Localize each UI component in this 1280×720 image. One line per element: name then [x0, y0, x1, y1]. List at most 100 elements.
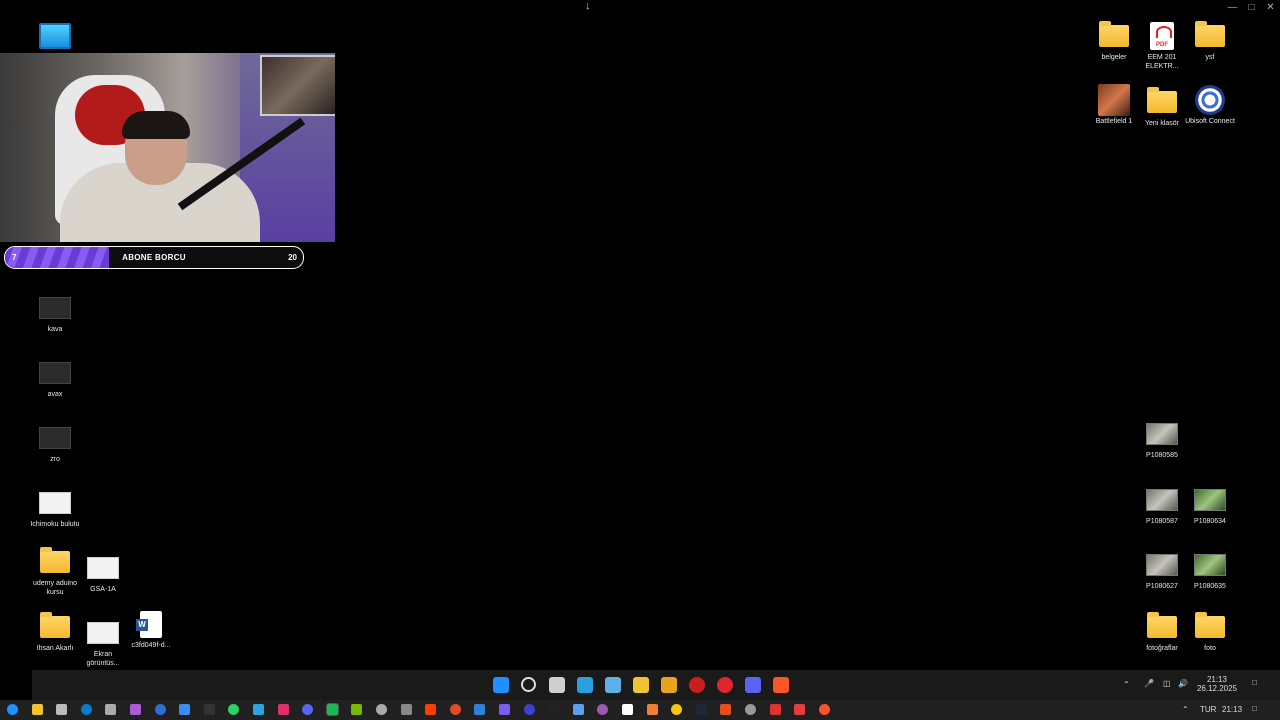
desktop-icon-ichimoku[interactable]: Ichimoku bulutu: [30, 489, 80, 529]
desktop-icon-label: belgeler: [1101, 54, 1127, 61]
opera-icon[interactable]: [689, 677, 705, 693]
desktop-icon-eem-pdf[interactable]: PDF EEM 201 ELEKTR...: [1139, 22, 1185, 71]
task-view-icon[interactable]: [549, 677, 565, 693]
desktop-icon-ihsan[interactable]: Ihsan Akarlı: [32, 612, 78, 653]
app-icon[interactable]: [400, 704, 412, 715]
app-icon[interactable]: [794, 704, 806, 715]
mail-icon[interactable]: [605, 677, 621, 693]
clock-time[interactable]: 21:13: [1222, 705, 1242, 714]
desktop-icon-ysf[interactable]: ysf: [1187, 21, 1233, 62]
settings-icon[interactable]: [56, 704, 68, 715]
desktop-icon-p1080587[interactable]: P1080587: [1139, 486, 1185, 526]
desktop-icon-udemy[interactable]: udemy aduino kursu: [32, 547, 78, 597]
desktop-icon-word-doc[interactable]: W c3fd049f-d...: [128, 610, 174, 650]
desktop-icon-fotograflar[interactable]: fotoğraflar: [1139, 612, 1185, 653]
opera-gx-icon[interactable]: [717, 677, 733, 693]
desktop-icon-kava[interactable]: kava: [32, 294, 78, 334]
notification-icon[interactable]: □: [1252, 704, 1257, 713]
taskbar: ⌃ TUR 21:13 □: [0, 700, 1280, 720]
close-icon[interactable]: ✕: [1261, 0, 1280, 16]
windows-start-icon[interactable]: [493, 677, 509, 693]
nvidia-icon[interactable]: [351, 704, 363, 715]
word-document-icon: W: [136, 610, 162, 638]
windows-start-icon[interactable]: [7, 704, 18, 715]
desktop-icon-this-pc[interactable]: [32, 22, 78, 50]
desktop-icon-label: avax: [47, 391, 63, 398]
desktop-icon-avax[interactable]: avax: [32, 359, 78, 399]
vscode-icon[interactable]: [80, 704, 92, 715]
blender-icon[interactable]: [425, 704, 437, 715]
desktop-icon-label: kava: [47, 326, 63, 333]
subscriber-goal-target: 20: [288, 253, 297, 262]
app-icon[interactable]: [769, 704, 781, 715]
brave-icon[interactable]: [818, 704, 830, 715]
spotify-icon[interactable]: [325, 703, 339, 716]
desktop-icon-battlefield[interactable]: Battlefield 1: [1091, 84, 1137, 126]
app-icon[interactable]: [572, 704, 584, 715]
desktop-icon-belgeler[interactable]: belgeler: [1091, 21, 1137, 62]
discord-icon[interactable]: [302, 704, 314, 715]
app-icon[interactable]: [376, 704, 387, 715]
clock[interactable]: 21:13 26.12.2025: [1192, 675, 1242, 693]
minimize-icon[interactable]: —: [1223, 0, 1242, 16]
webcam-overlay: [0, 53, 335, 242]
tray-chevron-icon[interactable]: ⌃: [1182, 705, 1189, 714]
app-icon[interactable]: [105, 704, 117, 715]
desktop-icon-p1080585[interactable]: P1080585: [1139, 420, 1185, 460]
desktop-icon-p1080634[interactable]: P1080634: [1187, 486, 1233, 526]
desktop-icon-label: Ekran görüntüs...: [86, 651, 120, 667]
mic-icon[interactable]: 🎤: [1144, 679, 1154, 688]
steam-icon[interactable]: [695, 704, 707, 715]
photoshop-icon[interactable]: [474, 704, 486, 715]
brave-icon[interactable]: [773, 677, 789, 693]
desktop-icon-gsa[interactable]: GSA-1A: [80, 554, 126, 594]
desktop-icon-yeni-klasor[interactable]: Yeni klasör: [1139, 87, 1185, 128]
image-thumbnail: [87, 557, 119, 579]
notification-icon[interactable]: □: [1252, 678, 1257, 687]
language-indicator[interactable]: TUR: [1200, 705, 1216, 714]
premiere-icon[interactable]: [548, 704, 560, 715]
whatsapp-icon[interactable]: [228, 704, 240, 715]
desktop-icon-zro[interactable]: zro: [32, 424, 78, 464]
app-icon[interactable]: [671, 704, 683, 715]
desktop-icon-label: fotoğraflar: [1146, 645, 1178, 652]
desktop-icon-label: P1080635: [1194, 583, 1226, 590]
app-icon[interactable]: [646, 704, 658, 715]
tiktok-icon[interactable]: [203, 704, 215, 715]
app-icon[interactable]: [720, 704, 732, 715]
telegram-icon[interactable]: [253, 704, 264, 715]
search-icon[interactable]: [521, 677, 536, 692]
monitor-icon[interactable]: [577, 677, 593, 693]
maximize-icon[interactable]: □: [1242, 0, 1261, 16]
desktop-icon-label: P1080587: [1146, 518, 1178, 525]
illustrator-icon[interactable]: [449, 704, 461, 715]
folder-icon: [1195, 612, 1225, 638]
tray-chevron-icon[interactable]: ⌃: [1123, 680, 1130, 689]
file-explorer-icon[interactable]: [633, 677, 649, 693]
app-icon[interactable]: [745, 704, 756, 715]
edge-icon[interactable]: [597, 704, 609, 715]
desktop-icon-foto[interactable]: foto: [1187, 612, 1233, 653]
volume-icon[interactable]: 🔊: [1178, 679, 1188, 688]
app-icon[interactable]: [179, 704, 191, 715]
media-encoder-icon[interactable]: [499, 704, 510, 715]
desktop-icon-ekran[interactable]: Ekran görüntüs...: [80, 619, 126, 668]
discord-icon[interactable]: [745, 677, 761, 693]
outlook-icon[interactable]: [154, 704, 166, 715]
desktop-icon-ubisoft[interactable]: Ubisoft Connect: [1185, 85, 1235, 126]
desktop-icon-label: P1080585: [1146, 452, 1178, 459]
network-icon[interactable]: ◫: [1163, 679, 1171, 688]
app-icon[interactable]: [622, 704, 633, 715]
file-explorer-icon[interactable]: [31, 704, 43, 715]
instagram-icon[interactable]: [277, 704, 289, 715]
after-effects-icon[interactable]: [523, 704, 535, 715]
chrome-icon[interactable]: [661, 677, 677, 693]
folder-icon: [1147, 612, 1177, 638]
obs-icon[interactable]: [130, 704, 141, 715]
folder-icon: [1147, 87, 1177, 113]
poster-image: [260, 55, 335, 116]
desktop-icon-p1080635[interactable]: P1080635: [1187, 551, 1233, 591]
image-thumbnail: [39, 297, 71, 319]
desktop-icon-p1080627[interactable]: P1080627: [1139, 551, 1185, 591]
desktop-icon-label: GSA-1A: [90, 586, 116, 593]
